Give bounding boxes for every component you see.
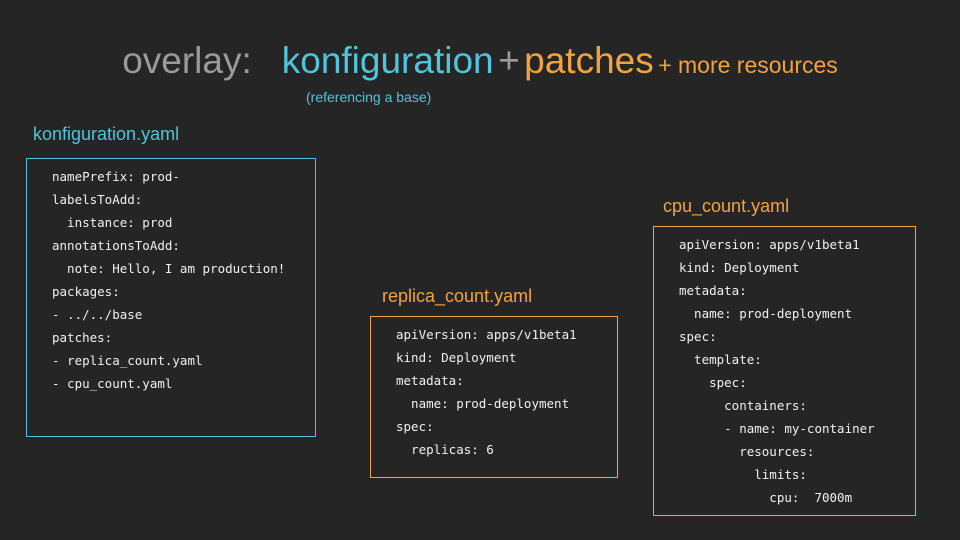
- code-line: - replica_count.yaml: [52, 353, 203, 368]
- title-subtitle: (referencing a base): [306, 89, 432, 105]
- code-line: resources:: [679, 444, 815, 459]
- code-line: packages:: [52, 284, 120, 299]
- title-more-resources: + more resources: [658, 52, 838, 78]
- code-line: containers:: [679, 398, 807, 413]
- replica-count-file-title: replica_count.yaml: [382, 286, 533, 306]
- code-line: apiVersion: apps/v1beta1: [396, 327, 577, 342]
- replica-count-code-box: apiVersion: apps/v1beta1 kind: Deploymen…: [370, 316, 618, 478]
- code-line: metadata:: [396, 373, 464, 388]
- code-line: limits:: [679, 467, 807, 482]
- title-overlay-label: overlay:: [122, 40, 252, 81]
- konfiguration-code-box: namePrefix: prod- labelsToAdd: instance:…: [26, 158, 316, 437]
- code-line: apiVersion: apps/v1beta1: [679, 237, 860, 252]
- slide-title: overlay: konfiguration + patches + more r…: [0, 40, 960, 82]
- code-line: template:: [679, 352, 762, 367]
- code-line: name: prod-deployment: [396, 396, 570, 411]
- code-line: spec:: [396, 419, 434, 434]
- code-line: patches:: [52, 330, 113, 345]
- code-line: - name: my-container: [679, 421, 875, 436]
- title-plus: +: [498, 40, 520, 81]
- konfiguration-file-title: konfiguration.yaml: [33, 124, 180, 144]
- code-line: cpu: 7000m: [679, 490, 853, 505]
- code-line: name: prod-deployment: [679, 306, 853, 321]
- title-patches: patches: [524, 40, 654, 81]
- cpu-count-file-title: cpu_count.yaml: [663, 196, 790, 216]
- code-line: namePrefix: prod-: [52, 169, 180, 184]
- code-line: labelsToAdd:: [52, 192, 143, 207]
- title-konfiguration: konfiguration: [281, 40, 494, 81]
- code-line: kind: Deployment: [396, 350, 517, 365]
- code-line: metadata:: [679, 283, 747, 298]
- code-line: - ../../base: [52, 307, 143, 322]
- code-line: - cpu_count.yaml: [52, 376, 173, 391]
- code-line: replicas: 6: [396, 442, 494, 457]
- code-line: spec:: [679, 329, 717, 344]
- code-line: note: Hello, I am production!: [52, 261, 286, 276]
- code-line: annotationsToAdd:: [52, 238, 180, 253]
- code-line: spec:: [679, 375, 747, 390]
- code-line: instance: prod: [52, 215, 173, 230]
- code-line: kind: Deployment: [679, 260, 800, 275]
- cpu-count-code-box: apiVersion: apps/v1beta1 kind: Deploymen…: [653, 226, 916, 516]
